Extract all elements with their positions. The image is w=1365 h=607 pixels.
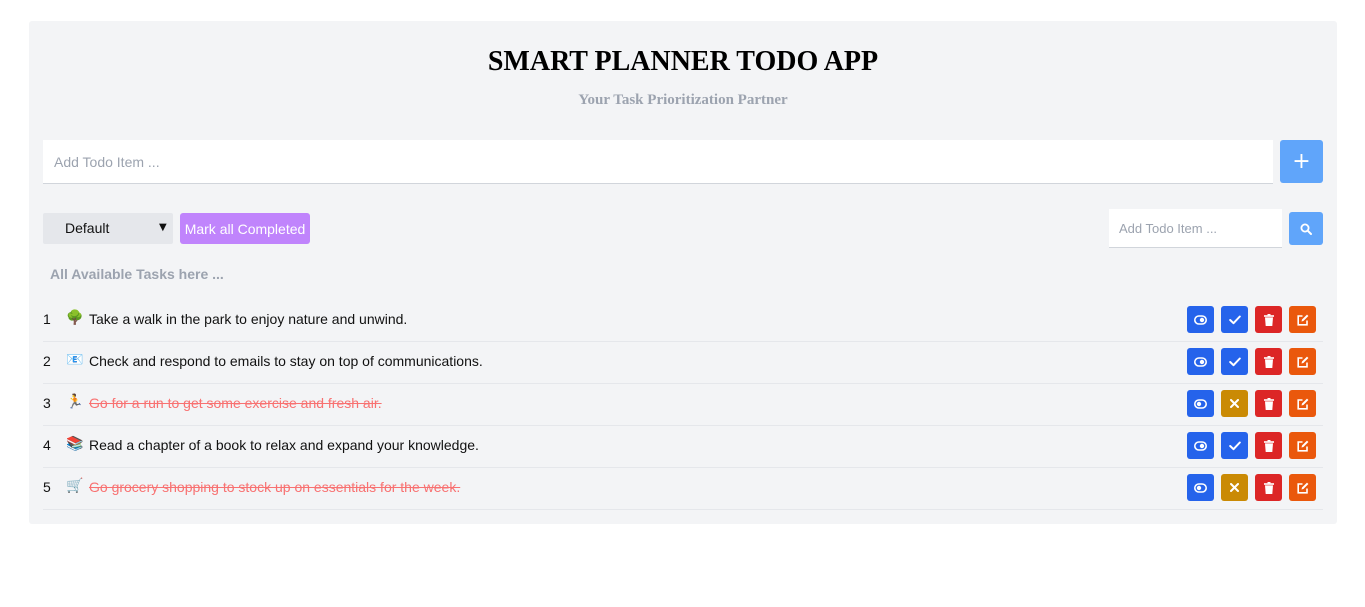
task-emoji-icon: 🛒 [66,478,84,494]
task-row: 3 🏃 Go for a run to get some exercise an… [43,384,1323,426]
trash-icon [1263,313,1274,326]
task-number: 4 [43,437,51,453]
task-emoji-icon: 🌳 [66,310,84,326]
check-icon [1228,441,1241,450]
task-actions [1187,306,1316,333]
trash-icon [1263,397,1274,410]
task-text: Read a chapter of a book to relax and ex… [89,437,479,453]
eye-toggle-icon [1194,398,1207,409]
add-todo-input[interactable] [43,140,1273,184]
edit-task-button[interactable] [1289,306,1316,333]
task-actions [1187,348,1316,375]
filter-selected-value: Default [65,220,110,236]
view-task-button[interactable] [1187,390,1214,417]
check-icon [1228,357,1241,366]
edit-icon [1296,398,1308,410]
edit-icon [1296,482,1308,494]
delete-task-button[interactable] [1255,306,1282,333]
delete-task-button[interactable] [1255,474,1282,501]
toggle-complete-button[interactable] [1221,306,1248,333]
task-emoji-icon: 📚 [66,436,84,452]
section-label: All Available Tasks here ... [50,266,224,282]
toggle-complete-button[interactable] [1221,390,1248,417]
view-task-button[interactable] [1187,306,1214,333]
edit-icon [1296,356,1308,368]
search-input[interactable] [1109,209,1282,248]
close-icon [1230,483,1239,492]
view-task-button[interactable] [1187,474,1214,501]
task-number: 5 [43,479,51,495]
task-row: 1 🌳 Take a walk in the park to enjoy nat… [43,300,1323,342]
trash-icon [1263,439,1274,452]
edit-icon [1296,314,1308,326]
task-actions [1187,432,1316,459]
check-icon [1228,315,1241,324]
task-number: 1 [43,311,51,327]
view-task-button[interactable] [1187,348,1214,375]
todo-card: SMART PLANNER TODO APP Your Task Priorit… [29,21,1337,524]
view-task-button[interactable] [1187,432,1214,459]
close-icon [1230,399,1239,408]
add-todo-button[interactable]: + [1280,140,1323,183]
edit-task-button[interactable] [1289,390,1316,417]
task-actions [1187,474,1316,501]
toggle-complete-button[interactable] [1221,348,1248,375]
page-title: SMART PLANNER TODO APP [487,46,879,77]
edit-task-button[interactable] [1289,348,1316,375]
filter-select[interactable]: Default [43,213,173,244]
delete-task-button[interactable] [1255,390,1282,417]
task-text: Go grocery shopping to stock up on essen… [89,479,461,495]
edit-task-button[interactable] [1289,474,1316,501]
mark-all-completed-button[interactable]: Mark all Completed [180,213,310,244]
task-text: Check and respond to emails to stay on t… [89,353,483,369]
task-row: 5 🛒 Go grocery shopping to stock up on e… [43,468,1323,510]
task-number: 3 [43,395,51,411]
eye-toggle-icon [1194,482,1207,493]
task-emoji-icon: 📧 [66,352,84,368]
task-row: 4 📚 Read a chapter of a book to relax an… [43,426,1323,468]
trash-icon [1263,355,1274,368]
edit-icon [1296,440,1308,452]
eye-toggle-icon [1194,314,1207,325]
delete-task-button[interactable] [1255,432,1282,459]
page-subtitle: Your Task Prioritization Partner [578,92,788,108]
task-list: 1 🌳 Take a walk in the park to enjoy nat… [43,300,1323,510]
eye-toggle-icon [1194,440,1207,451]
search-button[interactable] [1289,212,1323,245]
trash-icon [1263,481,1274,494]
toggle-complete-button[interactable] [1221,474,1248,501]
task-emoji-icon: 🏃 [66,394,84,410]
task-text: Go for a run to get some exercise and fr… [89,395,382,411]
toggle-complete-button[interactable] [1221,432,1248,459]
search-icon [1300,223,1312,235]
edit-task-button[interactable] [1289,432,1316,459]
eye-toggle-icon [1194,356,1207,367]
plus-icon: + [1292,149,1311,174]
task-number: 2 [43,353,51,369]
task-text: Take a walk in the park to enjoy nature … [89,311,408,327]
delete-task-button[interactable] [1255,348,1282,375]
task-row: 2 📧 Check and respond to emails to stay … [43,342,1323,384]
task-actions [1187,390,1316,417]
